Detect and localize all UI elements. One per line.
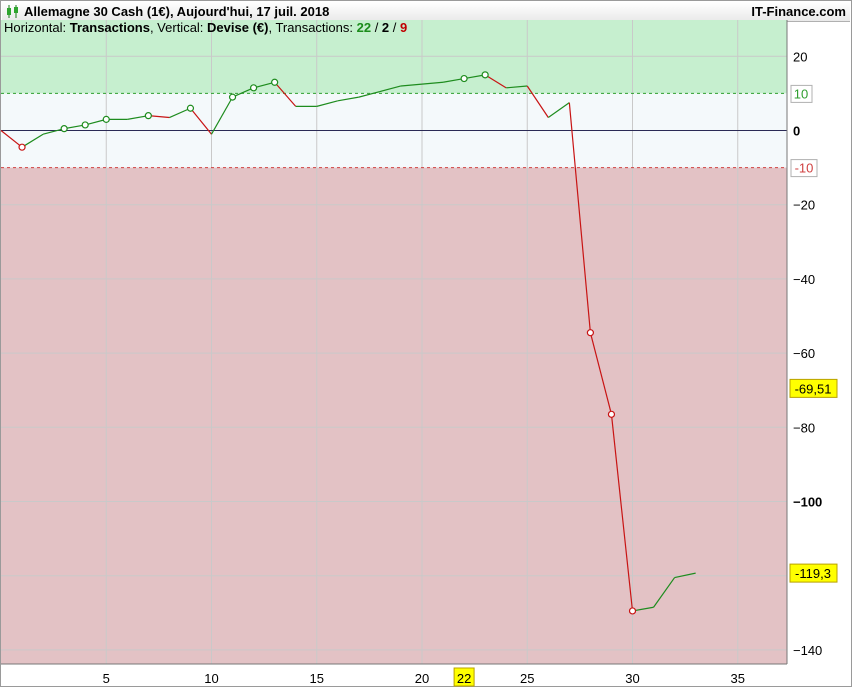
trade-marker[interactable] [271, 78, 279, 86]
x-tick-label: 25 [520, 671, 534, 686]
value-label: -119,3 [795, 566, 831, 581]
y-tick-label: −80 [793, 420, 815, 435]
trade-marker[interactable] [18, 143, 26, 151]
y-tick-label: −100 [793, 495, 822, 510]
chart-subtitle: Horizontal: Transactions, Vertical: Devi… [4, 20, 408, 35]
trades-losing: 9 [400, 20, 408, 35]
y-tick-label: −40 [793, 272, 815, 287]
lower-zone-label: -10 [795, 161, 814, 176]
trade-marker[interactable] [586, 329, 595, 337]
horizontal-axis-label: Transactions [69, 20, 150, 35]
y-tick-label: −20 [793, 198, 815, 213]
x-highlight-label: 22 [457, 671, 471, 686]
x-tick-label: 15 [310, 671, 324, 686]
x-tick-label: 20 [415, 671, 429, 686]
trade-marker[interactable] [460, 74, 468, 83]
trade-marker[interactable] [60, 125, 68, 133]
trade-marker[interactable] [628, 607, 637, 615]
loss-zone [1, 167, 787, 664]
y-tick-label: 20 [793, 49, 807, 64]
trade-marker[interactable] [144, 112, 152, 120]
value-label: -69,51 [795, 381, 832, 396]
trade-marker[interactable] [102, 115, 110, 123]
trade-marker[interactable] [250, 84, 258, 92]
trades-total: 22 [356, 20, 372, 35]
vertical-axis-label: Devise (€) [207, 20, 269, 35]
x-tick-label: 35 [731, 671, 745, 686]
y-tick-label: 0 [793, 124, 800, 139]
x-tick-label: 30 [625, 671, 639, 686]
x-tick-label: 10 [204, 671, 218, 686]
trade-marker[interactable] [81, 121, 89, 129]
trade-marker[interactable] [607, 410, 616, 418]
y-tick-label: −60 [793, 346, 815, 361]
x-tick-label: 5 [103, 671, 110, 686]
trade-marker[interactable] [186, 104, 195, 112]
y-tick-label: −140 [793, 643, 822, 658]
chart-plot: 20 0 −20 −40 −60 −80 −100 −140 5 10 15 20 25 30 35 22 10… [0, 20, 838, 687]
upper-zone-label: 10 [794, 86, 808, 101]
trade-marker[interactable] [481, 71, 489, 79]
trade-marker[interactable] [228, 93, 237, 101]
